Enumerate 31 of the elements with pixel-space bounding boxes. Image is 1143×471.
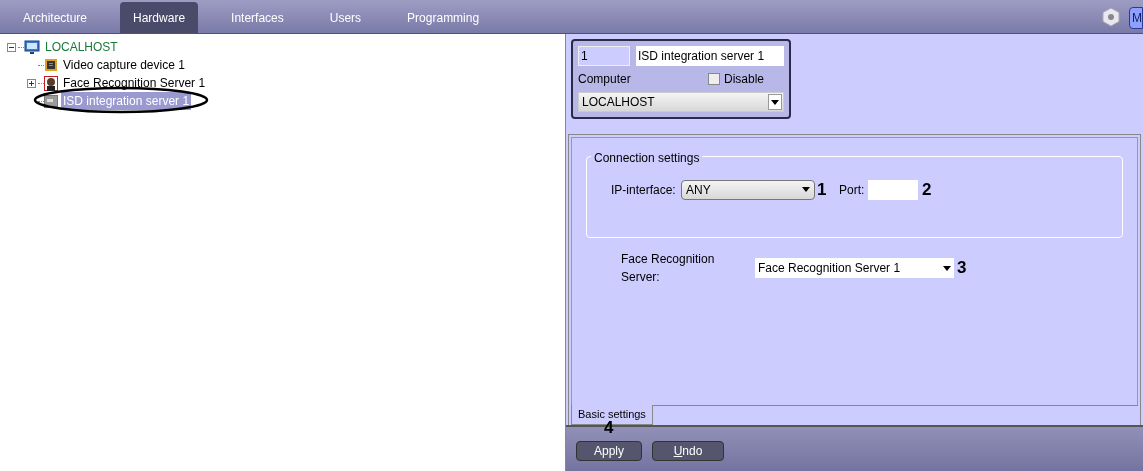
annotation-number: 1 — [817, 179, 828, 201]
face-server-dropdown[interactable]: Face Recognition Server 1 — [755, 258, 954, 278]
tree-item[interactable]: Video capture device 1 — [61, 56, 187, 74]
tree-item[interactable]: LOCALHOST — [43, 38, 120, 56]
nav-tab[interactable]: Hardware — [120, 2, 199, 33]
computer-dropdown[interactable]: LOCALHOST — [578, 92, 784, 112]
collapse-toggle[interactable] — [6, 42, 16, 52]
ip-label: IP-interface: — [611, 181, 677, 199]
id-field[interactable]: 1 — [578, 46, 630, 66]
person-icon — [44, 75, 58, 91]
name-field[interactable]: ISD integration server 1 — [636, 46, 784, 66]
port-field[interactable] — [868, 179, 918, 200]
disable-checkbox[interactable] — [708, 73, 720, 85]
undo-button[interactable]: Undo — [652, 441, 724, 461]
caret-icon — [943, 265, 951, 271]
port-label: Port: — [839, 181, 866, 199]
corner-button[interactable]: M — [1129, 7, 1143, 29]
annotation-number: 2 — [922, 179, 932, 201]
expand-toggle[interactable] — [26, 78, 36, 88]
server-icon — [44, 94, 58, 108]
disable-label: Disable — [724, 71, 765, 88]
computer-label: Computer — [578, 71, 632, 88]
caret-icon — [802, 187, 810, 193]
apply-button[interactable]: Apply — [576, 441, 642, 461]
caret-icon — [771, 99, 779, 105]
tree-item[interactable]: Face Recognition Server 1 — [61, 74, 208, 92]
face-server-label: Face Recognition Server: — [621, 251, 716, 286]
ip-dropdown[interactable]: ANY — [681, 179, 815, 200]
annotation-number: 3 — [957, 257, 967, 280]
monitor-icon — [24, 39, 40, 55]
gear-icon[interactable] — [1101, 7, 1121, 27]
